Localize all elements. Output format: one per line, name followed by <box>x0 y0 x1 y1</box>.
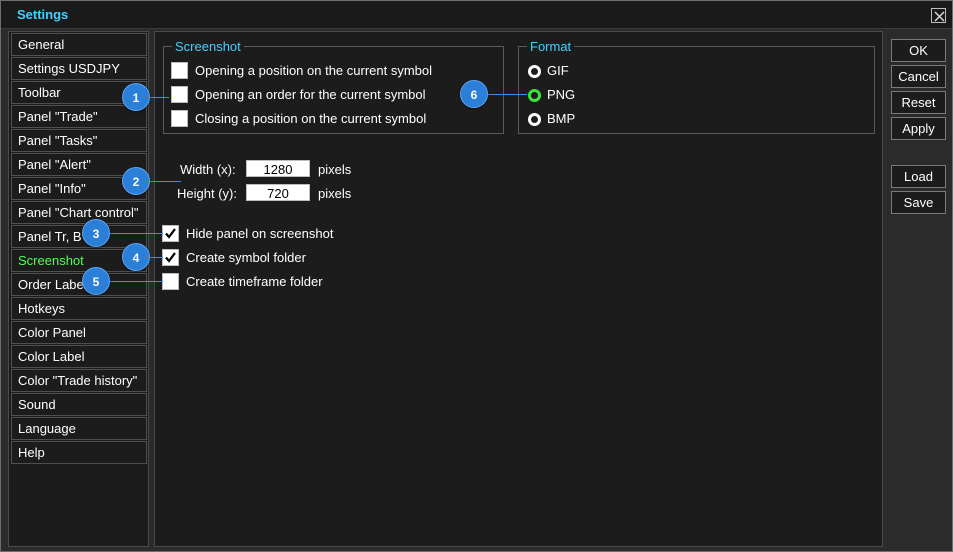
callout-6-line <box>487 94 527 95</box>
apply-button[interactable]: Apply <box>891 117 946 140</box>
close-position-label: Closing a position on the current symbol <box>195 111 427 126</box>
sidebar-item[interactable]: Hotkeys <box>11 297 147 320</box>
bmp-label: BMP <box>547 111 576 126</box>
close-icon <box>934 11 945 22</box>
height-unit: pixels <box>318 186 352 201</box>
height-label: Height (y): <box>177 186 237 201</box>
height-input[interactable]: 720 <box>246 184 310 201</box>
callout-4-line <box>149 257 163 258</box>
sidebar-item[interactable]: Panel "Chart control" <box>11 201 147 224</box>
sidebar-item[interactable]: Sound <box>11 393 147 416</box>
symbol-folder-checkbox[interactable] <box>162 249 179 266</box>
sidebar-item[interactable]: Panel "Trade" <box>11 105 147 128</box>
sidebar-item[interactable]: Color Panel <box>11 321 147 344</box>
png-label: PNG <box>547 87 576 102</box>
load-button[interactable]: Load <box>891 165 946 188</box>
timeframe-folder-checkbox[interactable] <box>162 273 179 290</box>
format-group: Format GIF PNG BMP <box>518 39 875 134</box>
callout-2: 2 <box>122 167 150 195</box>
png-radio[interactable] <box>528 89 541 102</box>
screenshot-settings-panel: Screenshot Opening a position on the cur… <box>154 31 883 547</box>
save-button[interactable]: Save <box>891 191 946 214</box>
settings-window: Settings General Settings USDJPY Toolbar Pa… <box>0 0 953 552</box>
title-bar: Settings <box>1 1 952 29</box>
format-group-title: Format <box>527 39 575 54</box>
sidebar-item[interactable]: Panel "Tasks" <box>11 129 147 152</box>
width-unit: pixels <box>318 162 352 177</box>
sidebar-item[interactable]: Panel Tr, B <box>11 225 147 248</box>
open-order-label: Opening an order for the current symbol <box>195 87 426 102</box>
open-position-label: Opening a position on the current symbol <box>195 63 433 78</box>
callout-6: 6 <box>460 80 488 108</box>
sidebar-item[interactable]: Order Labe <box>11 273 147 296</box>
bmp-radio[interactable] <box>528 113 541 126</box>
callout-3-line <box>109 233 163 234</box>
checkmark-icon <box>165 228 176 239</box>
symbol-folder-label: Create symbol folder <box>186 250 306 265</box>
sidebar-item[interactable]: Settings USDJPY <box>11 57 147 80</box>
callout-5-line <box>109 281 163 282</box>
sidebar-item[interactable]: Help <box>11 441 147 464</box>
window-title: Settings <box>17 7 69 22</box>
callout-4: 4 <box>122 243 150 271</box>
close-button[interactable] <box>931 8 946 23</box>
callout-3: 3 <box>82 219 110 247</box>
callout-1-line <box>149 97 169 98</box>
gif-label: GIF <box>547 63 569 78</box>
width-label: Width (x): <box>180 162 236 177</box>
width-input[interactable]: 1280 <box>246 160 310 177</box>
hide-panel-checkbox[interactable] <box>162 225 179 242</box>
close-position-checkbox[interactable] <box>171 110 188 127</box>
ok-button[interactable]: OK <box>891 39 946 62</box>
gif-radio[interactable] <box>528 65 541 78</box>
sidebar-item[interactable]: Color "Trade history" <box>11 369 147 392</box>
sidebar-item[interactable]: General <box>11 33 147 56</box>
hide-panel-label: Hide panel on screenshot <box>186 226 334 241</box>
open-order-checkbox[interactable] <box>171 86 188 103</box>
cancel-button[interactable]: Cancel <box>891 65 946 88</box>
reset-button[interactable]: Reset <box>891 91 946 114</box>
screenshot-group: Screenshot Opening a position on the cur… <box>163 39 504 134</box>
sidebar-item[interactable]: Color Label <box>11 345 147 368</box>
callout-2-line <box>149 181 181 182</box>
callout-1: 1 <box>122 83 150 111</box>
timeframe-folder-label: Create timeframe folder <box>186 274 323 289</box>
open-position-checkbox[interactable] <box>171 62 188 79</box>
sidebar-item[interactable]: Language <box>11 417 147 440</box>
checkmark-icon <box>165 252 176 263</box>
screenshot-group-title: Screenshot <box>172 39 244 54</box>
callout-5: 5 <box>82 267 110 295</box>
